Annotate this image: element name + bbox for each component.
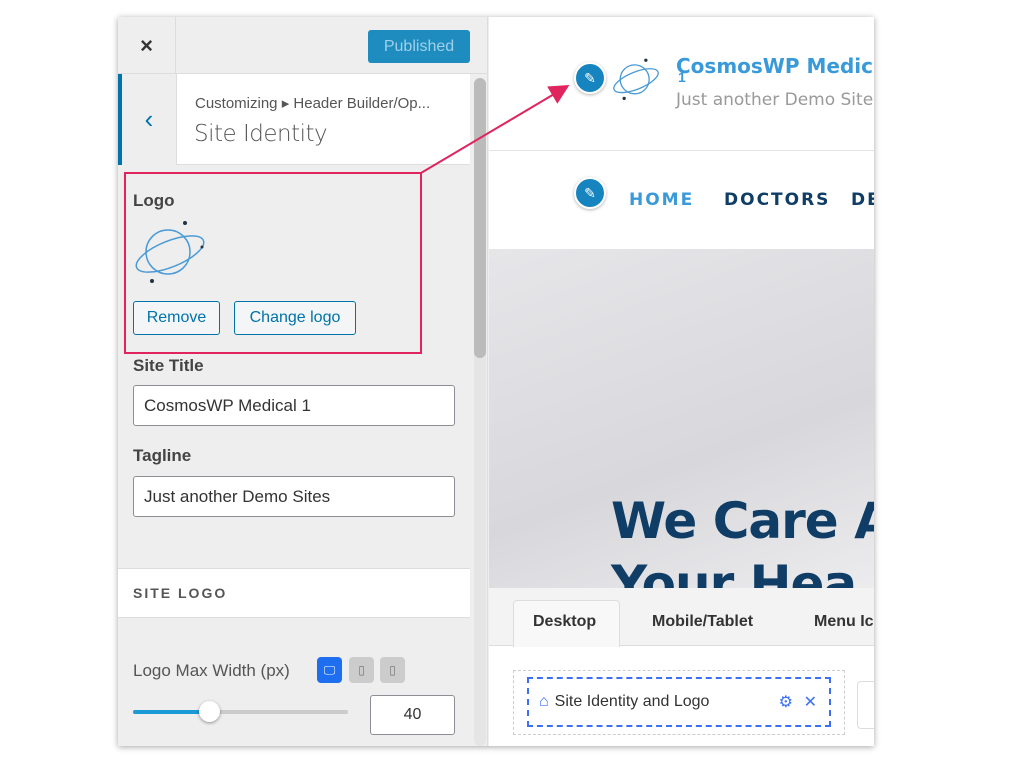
- slider-handle[interactable]: [199, 701, 220, 722]
- preview-tagline: Just another Demo Sites: [676, 90, 874, 110]
- tab-menu-icon[interactable]: Menu Ic: [814, 613, 874, 631]
- header-divider: [489, 150, 874, 151]
- logo-label: Logo: [133, 191, 175, 210]
- logo-width-input[interactable]: 40: [370, 695, 455, 735]
- home-icon: ⌂: [539, 693, 549, 710]
- site-identity-builder-item[interactable]: ⌂ Site Identity and Logo ⚙ ✕: [527, 677, 831, 727]
- desktop-device-icon[interactable]: 🖵: [317, 657, 342, 683]
- published-button[interactable]: Published: [368, 30, 470, 63]
- site-preview: ✎ CosmosWP Medical 1 Just another Demo S…: [489, 17, 874, 746]
- edit-logo-pencil-icon[interactable]: ✎: [574, 62, 606, 94]
- builder-item-label: Site Identity and Logo: [554, 693, 710, 710]
- site-title-input[interactable]: CosmosWP Medical 1: [133, 385, 455, 426]
- logo-max-width-label: Logo Max Width (px): [133, 661, 290, 680]
- preview-logo-image: [613, 58, 659, 101]
- preview-site-title[interactable]: CosmosWP Medical: [676, 54, 874, 78]
- logo-image: [135, 221, 205, 283]
- section-header: ‹ Customizing ▸ Header Builder/Op... Sit…: [118, 74, 470, 165]
- edit-menu-pencil-icon[interactable]: ✎: [574, 177, 606, 209]
- hero-heading-line1: We Care A: [611, 492, 874, 550]
- nav-doctors[interactable]: DOCTORS: [724, 190, 830, 210]
- tagline-label: Tagline: [133, 446, 192, 465]
- close-icon[interactable]: ×: [118, 17, 176, 74]
- mobile-device-icon[interactable]: ▯: [380, 657, 405, 683]
- top-bar: × Published: [118, 17, 488, 74]
- breadcrumb: Customizing ▸ Header Builder/Op...: [195, 95, 431, 112]
- hero-banner: We Care A Your Hea: [489, 249, 874, 589]
- tagline-input[interactable]: Just another Demo Sites: [133, 476, 455, 517]
- site-title-label: Site Title: [133, 356, 204, 375]
- back-chevron-icon[interactable]: ‹: [118, 74, 177, 165]
- hero-heading-line2: Your Hea: [611, 555, 857, 589]
- logo-width-slider[interactable]: [133, 701, 348, 722]
- tablet-device-icon[interactable]: ▯: [349, 657, 374, 683]
- section-title: Site Identity: [194, 121, 328, 147]
- builder-next-item[interactable]: [857, 681, 874, 729]
- change-logo-button[interactable]: Change logo: [234, 301, 356, 335]
- remove-logo-button[interactable]: Remove: [133, 301, 220, 335]
- customizer-window: × Published ‹ Customizing ▸ Header Build…: [118, 17, 874, 746]
- site-logo-section-heading: SITE LOGO: [118, 568, 470, 618]
- nav-home[interactable]: HOME: [629, 190, 694, 210]
- scrollbar-thumb[interactable]: [474, 78, 486, 358]
- header-builder-panel: Desktop Mobile/Tablet Menu Ic ⌂ Site Ide…: [489, 588, 874, 746]
- gear-icon[interactable]: ⚙: [779, 692, 793, 712]
- tab-mobile-tablet[interactable]: Mobile/Tablet: [652, 613, 753, 631]
- nav-departments[interactable]: DE: [851, 190, 874, 210]
- remove-x-icon[interactable]: ✕: [804, 692, 817, 712]
- slider-fill: [133, 710, 209, 714]
- customizer-sidebar: × Published ‹ Customizing ▸ Header Build…: [118, 17, 488, 746]
- tab-desktop-label: Desktop: [533, 613, 597, 630]
- preview-site-title-wrap: 1: [678, 69, 686, 85]
